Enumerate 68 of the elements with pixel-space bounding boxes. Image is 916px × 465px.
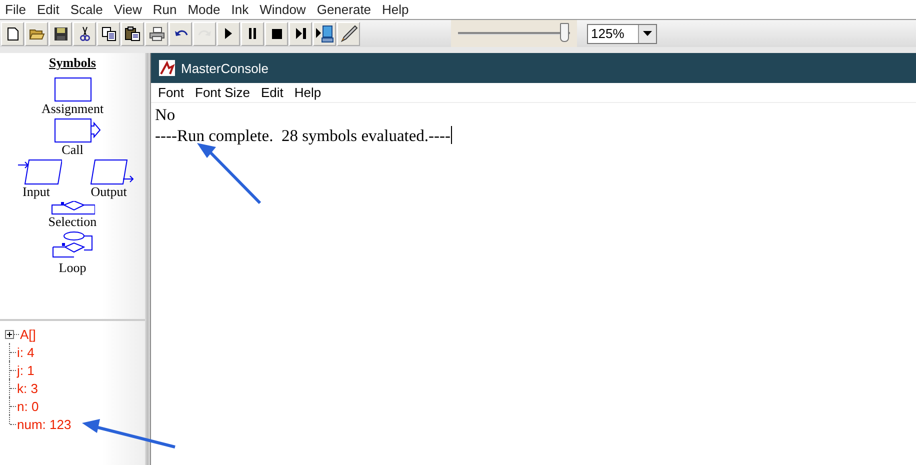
menu-item[interactable]: Mode xyxy=(184,2,228,17)
toolbar-button[interactable] xyxy=(241,22,264,46)
symbols-heading: Symbols xyxy=(48,54,97,72)
menu-item[interactable]: Scale xyxy=(67,2,111,17)
menu-item[interactable]: File xyxy=(2,2,34,17)
toolbar-button[interactable] xyxy=(97,22,120,46)
toolbar-button[interactable] xyxy=(337,22,360,46)
variable-item[interactable]: k: 3 xyxy=(17,380,38,396)
copy-icon xyxy=(102,26,116,40)
folder-icon xyxy=(28,27,44,40)
printer-icon xyxy=(148,26,164,40)
menu-item[interactable]: Edit xyxy=(256,85,290,100)
stop-icon xyxy=(272,28,282,38)
symbol-label: Call xyxy=(62,143,84,157)
toolbar-button[interactable] xyxy=(313,22,336,46)
toolbar-button[interactable] xyxy=(73,22,96,46)
menu-item[interactable]: Run xyxy=(150,2,185,17)
toolbar-button[interactable] xyxy=(217,22,240,46)
app-icon xyxy=(159,60,175,76)
output-symbol-icon[interactable] xyxy=(90,159,134,185)
symbol-label: Assignment xyxy=(41,102,104,116)
variable-item[interactable]: num: 123 xyxy=(17,416,72,432)
assignment-symbol-icon[interactable] xyxy=(54,77,92,102)
symbol-label: Loop xyxy=(58,261,86,275)
expand-icon[interactable] xyxy=(5,330,14,338)
toolbar-button[interactable] xyxy=(265,22,288,46)
slider-thumb[interactable] xyxy=(560,22,569,42)
menu-item[interactable]: Edit xyxy=(34,2,68,17)
menu-item[interactable]: Ink xyxy=(228,2,257,17)
menu-item[interactable]: Help xyxy=(379,2,417,17)
step-icon xyxy=(296,28,306,39)
pen-icon xyxy=(340,24,358,42)
variable-item[interactable]: A[] xyxy=(20,326,36,342)
menu-item[interactable]: Font xyxy=(154,85,192,100)
caret-icon xyxy=(643,31,652,36)
variable-item[interactable]: i: 4 xyxy=(17,344,34,360)
page-icon xyxy=(6,26,18,40)
toolbar-button[interactable] xyxy=(121,22,144,46)
toolbar-button[interactable] xyxy=(169,22,192,46)
menu-item[interactable]: Help xyxy=(290,85,328,100)
undo-icon xyxy=(174,28,188,38)
computer-icon xyxy=(316,24,334,42)
toolbar-button[interactable] xyxy=(25,22,48,46)
scissors-icon xyxy=(80,26,90,41)
pause-icon xyxy=(249,28,256,39)
menu-item[interactable]: View xyxy=(110,2,150,17)
console-output-line: No xyxy=(155,104,176,125)
input-symbol-icon[interactable] xyxy=(18,159,62,185)
symbol-label: Input xyxy=(22,185,50,199)
menu-item[interactable]: Font Size xyxy=(191,85,257,100)
console-output-line: ----Run complete. 28 symbols evaluated.---- xyxy=(155,125,453,146)
variable-item[interactable]: j: 1 xyxy=(17,362,34,378)
symbol-label: Output xyxy=(90,185,127,199)
variable-item[interactable]: n: 0 xyxy=(17,398,39,414)
call-symbol-icon[interactable] xyxy=(54,118,102,143)
window-title: MasterConsole xyxy=(181,60,268,76)
symbol-label: Selection xyxy=(48,215,97,229)
toolbar-button[interactable] xyxy=(1,22,24,46)
play-icon xyxy=(225,28,232,39)
clipboard-icon xyxy=(125,26,140,41)
toolbar-button[interactable] xyxy=(49,22,72,46)
toolbar-button[interactable] xyxy=(289,22,312,46)
selection-symbol-icon[interactable] xyxy=(50,201,94,215)
menu-item[interactable]: Window xyxy=(256,2,314,17)
menu-item[interactable]: Generate xyxy=(314,2,380,17)
annotation-arrow xyxy=(197,143,262,204)
zoom-dropdown[interactable]: 125% xyxy=(587,24,657,44)
toolbar-button[interactable] xyxy=(145,22,168,46)
